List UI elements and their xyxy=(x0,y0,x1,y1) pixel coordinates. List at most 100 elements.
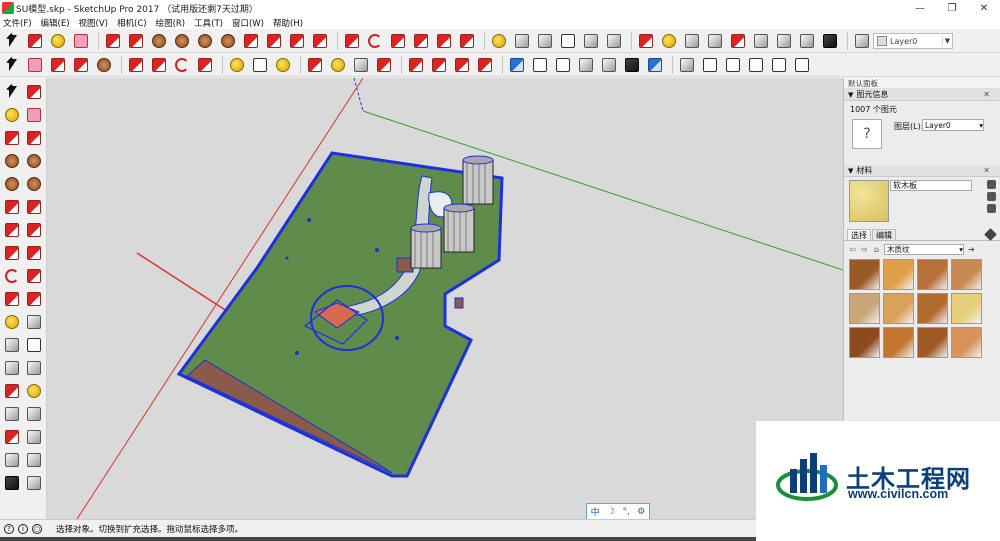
pencil-icon[interactable] xyxy=(48,55,68,75)
axes-tool-icon[interactable] xyxy=(2,358,22,378)
select-tool-icon[interactable] xyxy=(2,82,22,102)
dimension-icon[interactable] xyxy=(512,31,532,51)
line-tool-icon[interactable] xyxy=(103,31,123,51)
close-button[interactable]: ✕ xyxy=(968,0,1000,16)
material-swatch[interactable] xyxy=(917,293,948,324)
material-swatch[interactable] xyxy=(917,327,948,358)
zoom-extents-icon[interactable] xyxy=(2,427,22,447)
rectangle-icon[interactable] xyxy=(149,31,169,51)
xray-icon[interactable] xyxy=(507,55,527,75)
walk-icon[interactable] xyxy=(820,31,840,51)
follow-me-icon[interactable] xyxy=(388,31,408,51)
orbit-icon[interactable] xyxy=(2,381,22,401)
entity-info-header[interactable]: ▼ 图元信息 ✕ xyxy=(844,89,1000,101)
protractor-icon[interactable] xyxy=(535,31,555,51)
tab-edit[interactable]: 编辑 xyxy=(872,229,896,240)
push-pull-icon[interactable] xyxy=(126,55,146,75)
rotated-rectangle-icon[interactable] xyxy=(24,151,44,171)
freehand-icon[interactable] xyxy=(126,31,146,51)
two-point-arc-icon[interactable] xyxy=(24,197,44,217)
tape-measure-icon[interactable] xyxy=(489,31,509,51)
zoom-window-icon[interactable] xyxy=(705,31,725,51)
polygon-icon[interactable] xyxy=(218,31,238,51)
home-icon[interactable]: ⌂ xyxy=(872,245,881,254)
zoom-icon[interactable] xyxy=(351,55,371,75)
eyedropper-icon[interactable] xyxy=(984,228,997,241)
chevron-down-icon[interactable]: ▼ xyxy=(942,37,952,45)
zoom-icon[interactable] xyxy=(2,404,22,424)
extension-warehouse-icon[interactable] xyxy=(475,55,495,75)
scale-icon[interactable] xyxy=(411,31,431,51)
shaded-textures-icon[interactable] xyxy=(622,55,642,75)
rotate-icon[interactable] xyxy=(2,266,22,286)
collapse-triangle-icon[interactable]: ▼ xyxy=(848,167,853,175)
paint-bucket-icon[interactable] xyxy=(273,55,293,75)
zoom-extents-icon[interactable] xyxy=(728,31,748,51)
offset-icon[interactable] xyxy=(24,289,44,309)
previous-view-icon[interactable] xyxy=(24,427,44,447)
orbit-icon[interactable] xyxy=(305,55,325,75)
material-swatch[interactable] xyxy=(917,259,948,290)
front-view-icon[interactable] xyxy=(723,55,743,75)
close-icon[interactable]: ✕ xyxy=(983,166,990,175)
ime-lang[interactable]: 中 xyxy=(591,505,600,518)
material-name-field[interactable]: 软木板 xyxy=(890,180,972,191)
left-view-icon[interactable] xyxy=(792,55,812,75)
material-swatch[interactable] xyxy=(849,327,880,358)
details-arrow-icon[interactable]: ➔ xyxy=(967,245,976,254)
model-viewport[interactable] xyxy=(47,78,843,519)
material-swatch[interactable] xyxy=(951,259,982,290)
scale-icon[interactable] xyxy=(195,55,215,75)
move-icon[interactable] xyxy=(2,243,22,263)
previous-view-icon[interactable] xyxy=(751,31,771,51)
push-pull-icon[interactable] xyxy=(434,31,454,51)
default-material-icon[interactable] xyxy=(987,204,996,213)
text-tool-icon[interactable] xyxy=(250,55,270,75)
menu-file[interactable]: 文件(F) xyxy=(3,17,32,29)
menu-window[interactable]: 窗口(W) xyxy=(232,17,264,29)
make-component-icon[interactable] xyxy=(24,82,44,102)
info-icon[interactable]: ? xyxy=(4,523,14,534)
rotate-icon[interactable] xyxy=(365,31,385,51)
zoom-icon[interactable] xyxy=(682,31,702,51)
gear-icon[interactable]: ⚙ xyxy=(637,507,645,517)
back-arrow-icon[interactable]: ⇦ xyxy=(848,245,857,254)
push-pull-icon[interactable] xyxy=(24,243,44,263)
back-edges-icon[interactable] xyxy=(530,55,550,75)
three-point-arc-icon[interactable] xyxy=(2,220,22,240)
zoom-extents-icon[interactable] xyxy=(374,55,394,75)
3d-text-icon[interactable] xyxy=(604,31,624,51)
arc-icon[interactable] xyxy=(241,31,261,51)
look-around-icon[interactable] xyxy=(24,450,44,470)
ime-toolbar[interactable]: 中 ☽ °, ⚙ xyxy=(586,503,650,520)
tab-select[interactable]: 选择 xyxy=(847,229,871,240)
punctuation-icon[interactable]: °, xyxy=(622,507,629,517)
tower-a[interactable] xyxy=(462,155,494,205)
back-view-icon[interactable] xyxy=(769,55,789,75)
arc-dropdown-icon[interactable] xyxy=(71,55,91,75)
polygon-icon[interactable] xyxy=(24,174,44,194)
tower-b[interactable] xyxy=(443,203,475,253)
paint-bucket-icon[interactable] xyxy=(2,105,22,125)
pan-icon[interactable] xyxy=(328,55,348,75)
move-icon[interactable] xyxy=(149,55,169,75)
section-plane-icon[interactable] xyxy=(852,31,872,51)
menu-edit[interactable]: 编辑(E) xyxy=(41,17,70,29)
layer-selector[interactable]: Layer0 ▼ xyxy=(873,33,953,49)
share-component-icon[interactable] xyxy=(452,55,472,75)
material-swatch[interactable] xyxy=(883,259,914,290)
material-collection-select[interactable]: 木质纹 ▾ xyxy=(884,243,964,255)
shapes-dropdown-icon[interactable] xyxy=(94,55,114,75)
text-tool-icon[interactable] xyxy=(558,31,578,51)
forward-arrow-icon[interactable]: ⇨ xyxy=(860,245,869,254)
circle-icon[interactable] xyxy=(195,31,215,51)
material-swatch[interactable] xyxy=(849,293,880,324)
monochrome-icon[interactable] xyxy=(645,55,665,75)
material-swatch[interactable] xyxy=(951,327,982,358)
iso-view-icon[interactable] xyxy=(677,55,697,75)
zoom-window-icon[interactable] xyxy=(24,404,44,424)
pan-icon[interactable] xyxy=(24,381,44,401)
pie-icon[interactable] xyxy=(24,220,44,240)
pan-icon[interactable] xyxy=(659,31,679,51)
eraser-icon[interactable] xyxy=(25,55,45,75)
